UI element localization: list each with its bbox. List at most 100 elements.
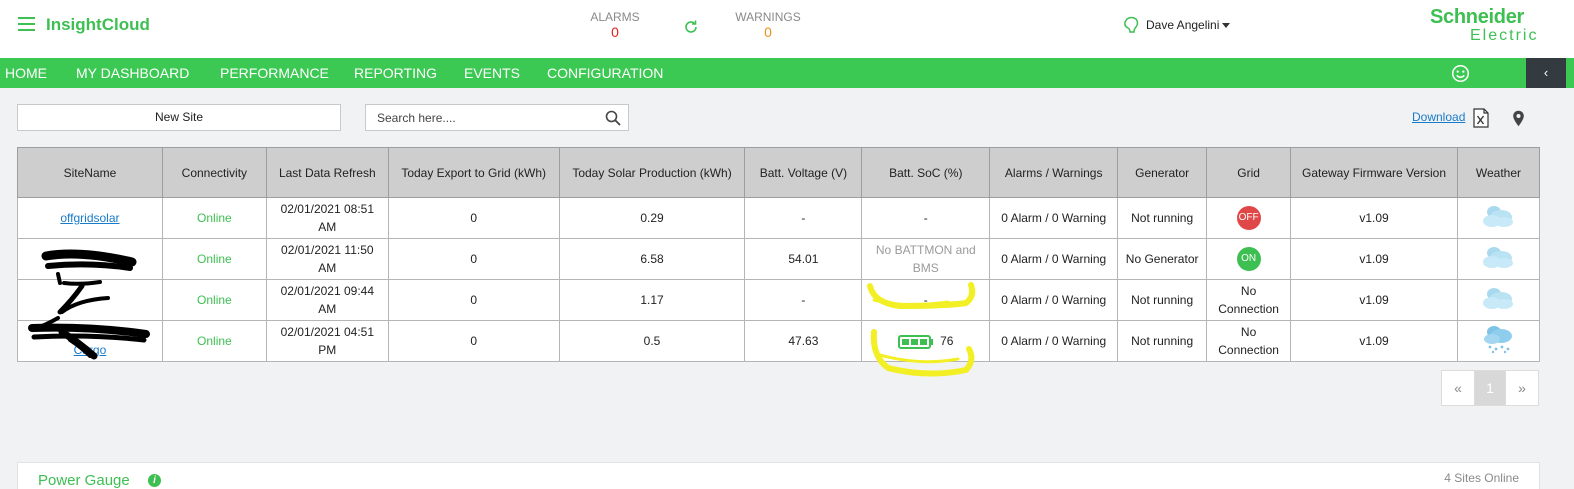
refresh-cell: 02/01/2021 04:51 PM: [265, 320, 389, 362]
grid-status-badge: OFF: [1236, 206, 1261, 230]
alarms-label: ALARMS: [590, 10, 640, 24]
grid-cell: No Connection: [1206, 320, 1292, 362]
cloudy-icon: [1483, 205, 1514, 227]
site-name-cell: offgridsolar: [17, 197, 163, 239]
nav-my-dashboard[interactable]: MY DASHBOARD: [76, 65, 189, 81]
export-cell: 0: [387, 320, 560, 362]
grid-cell: ON: [1206, 238, 1292, 280]
search-icon[interactable]: [605, 110, 621, 126]
user-menu[interactable]: Dave Angelini: [1121, 15, 1231, 35]
col-header-voltage[interactable]: Batt. Voltage (V): [744, 147, 863, 198]
site-link[interactable]: offgridsolar: [60, 211, 119, 225]
col-header-generator[interactable]: Generator: [1117, 147, 1208, 198]
alarms-count: 0: [611, 24, 619, 40]
col-header-last-refresh[interactable]: Last Data Refresh: [265, 147, 389, 198]
new-site-button[interactable]: New Site: [17, 104, 341, 131]
warnings-label: WARNINGS: [735, 10, 801, 24]
app-title[interactable]: InsightCloud: [46, 15, 150, 35]
table-row[interactable]: Online 02/01/2021 11:50 AM 0 6.58 54.01 …: [17, 238, 1541, 280]
alarms-cell: 0 Alarm / 0 Warning: [989, 238, 1119, 280]
export-cell: 0: [387, 238, 560, 280]
col-header-export[interactable]: Today Export to Grid (kWh): [387, 147, 560, 198]
search-input[interactable]: [377, 105, 597, 130]
col-header-firmware[interactable]: Gateway Firmware Version: [1290, 147, 1458, 198]
power-gauge-title: Power Gauge: [38, 472, 130, 489]
search-box: [365, 104, 629, 131]
nav-events[interactable]: EVENTS: [464, 65, 520, 81]
alarms-cell: 0 Alarm / 0 Warning: [989, 320, 1119, 362]
solar-cell: 1.17: [558, 279, 746, 321]
col-header-weather[interactable]: Weather: [1456, 147, 1541, 198]
col-header-grid[interactable]: Grid: [1206, 147, 1292, 198]
solar-cell: 6.58: [558, 238, 746, 280]
table-row[interactable]: Cargo Online 02/01/2021 04:51 PM 0 0.5 4…: [17, 320, 1541, 362]
schneider-logo: Schneider Electric: [1430, 6, 1560, 48]
feedback-smiley-icon[interactable]: [1451, 64, 1470, 83]
col-header-connectivity[interactable]: Connectivity: [161, 147, 267, 198]
col-header-solar[interactable]: Today Solar Production (kWh): [558, 147, 746, 198]
refresh-cell: 02/01/2021 09:44 AM: [265, 279, 389, 321]
download-link[interactable]: Download: [1412, 110, 1465, 124]
snow-cloud-icon: [1484, 325, 1513, 353]
soc-cell: -: [861, 197, 991, 239]
soc-cell: -: [861, 279, 991, 321]
battery-icon: [898, 334, 934, 349]
info-icon[interactable]: i: [148, 474, 161, 487]
export-cell: 0: [387, 197, 560, 239]
menu-icon[interactable]: [18, 17, 35, 31]
firmware-cell: v1.09: [1290, 279, 1458, 321]
connectivity-cell: Online: [161, 279, 267, 321]
table-row[interactable]: Online 02/01/2021 09:44 AM 0 1.17 - - 0 …: [17, 279, 1541, 321]
map-pin-icon[interactable]: [1512, 110, 1525, 127]
site-name-cell: Cargo: [17, 320, 163, 362]
nav-configuration[interactable]: CONFIGURATION: [547, 65, 663, 81]
site-name-cell: [17, 279, 163, 321]
firmware-cell: v1.09: [1290, 238, 1458, 280]
connectivity-cell: Online: [161, 238, 267, 280]
voltage-cell: -: [744, 197, 863, 239]
alarms-cell: 0 Alarm / 0 Warning: [989, 279, 1119, 321]
solar-cell: 0.29: [558, 197, 746, 239]
excel-export-icon[interactable]: [1473, 108, 1489, 128]
alarms-counter[interactable]: ALARMS 0: [586, 10, 644, 40]
site-link[interactable]: Cargo: [74, 343, 107, 357]
connectivity-cell: Online: [161, 320, 267, 362]
col-header-alarms[interactable]: Alarms / Warnings: [989, 147, 1119, 198]
logo-text-bottom: Electric: [1470, 27, 1539, 44]
page-next-button[interactable]: »: [1506, 371, 1538, 405]
collapse-panel-button[interactable]: ‹: [1526, 58, 1566, 88]
firmware-cell: v1.09: [1290, 197, 1458, 239]
generator-cell: Not running: [1117, 279, 1208, 321]
grid-cell: No Connection: [1206, 279, 1292, 321]
col-header-site-name[interactable]: SiteName: [17, 147, 163, 198]
page-prev-button[interactable]: «: [1442, 371, 1474, 405]
chevron-down-icon: [1222, 22, 1231, 28]
nav-performance[interactable]: PERFORMANCE: [220, 65, 329, 81]
warnings-counter[interactable]: WARNINGS 0: [730, 10, 806, 40]
nav-home[interactable]: HOME: [5, 65, 47, 81]
table-row[interactable]: offgridsolar Online 02/01/2021 08:51 AM …: [17, 197, 1541, 239]
cloudy-icon: [1483, 246, 1514, 268]
cloudy-icon: [1483, 287, 1514, 309]
export-cell: 0: [387, 279, 560, 321]
col-header-soc[interactable]: Batt. SoC (%): [861, 147, 991, 198]
solar-cell: 0.5: [558, 320, 746, 362]
power-gauge-panel: Power Gauge i 4 Sites Online: [17, 462, 1540, 489]
nav-reporting[interactable]: REPORTING: [354, 65, 437, 81]
generator-cell: No Generator: [1117, 238, 1208, 280]
weather-cell: [1456, 320, 1541, 362]
user-avatar-icon: [1124, 16, 1139, 33]
connectivity-cell: Online: [161, 197, 267, 239]
refresh-cell: 02/01/2021 11:50 AM: [265, 238, 389, 280]
refresh-icon[interactable]: [682, 18, 700, 36]
refresh-cell: 02/01/2021 08:51 AM: [265, 197, 389, 239]
page-1-button[interactable]: 1: [1474, 371, 1506, 405]
sites-table: SiteName Connectivity Last Data Refresh …: [17, 147, 1541, 362]
alarms-cell: 0 Alarm / 0 Warning: [989, 197, 1119, 239]
weather-cell: [1456, 279, 1541, 321]
app-header: InsightCloud ALARMS 0 WARNINGS 0 Dave An…: [0, 0, 1574, 58]
table-header-row: SiteName Connectivity Last Data Refresh …: [17, 147, 1541, 198]
generator-cell: Not running: [1117, 320, 1208, 362]
grid-status-badge: ON: [1236, 247, 1261, 271]
generator-cell: Not running: [1117, 197, 1208, 239]
